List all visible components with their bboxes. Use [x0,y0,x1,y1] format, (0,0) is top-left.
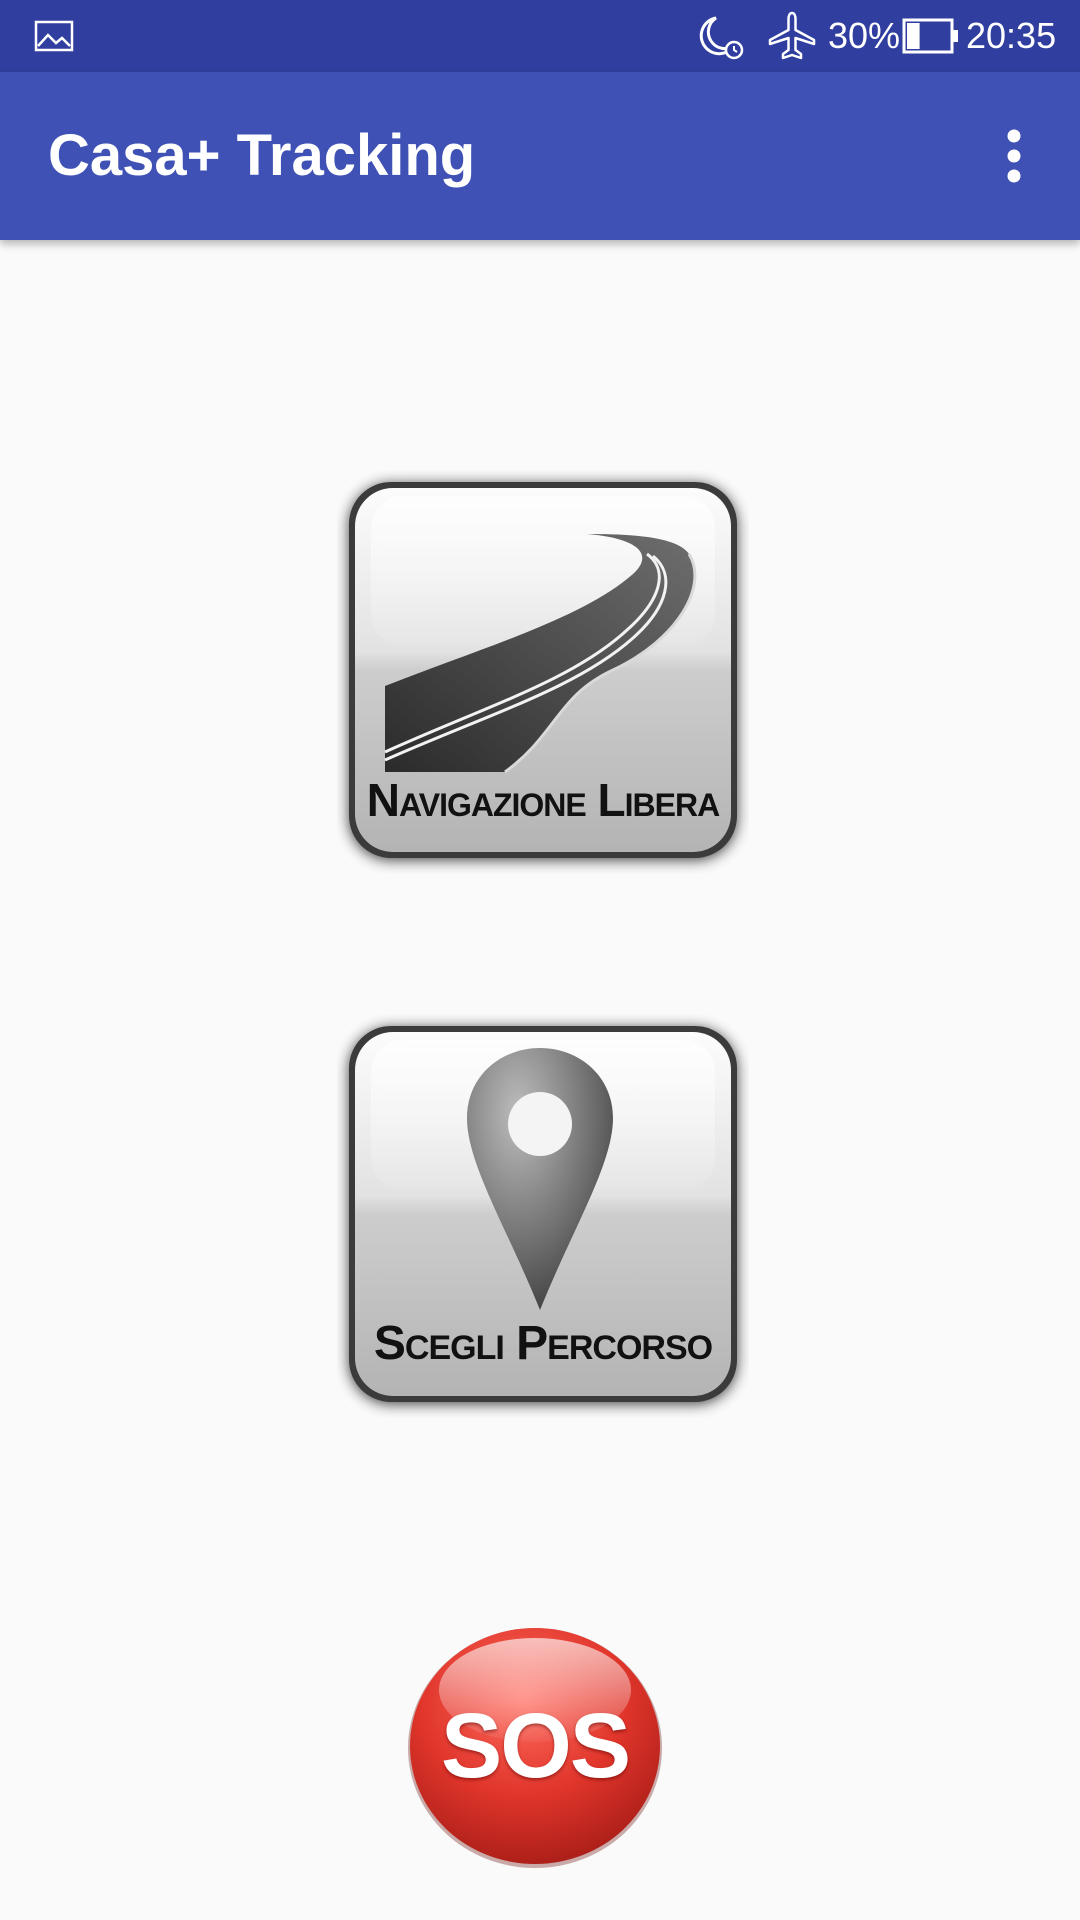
status-clock: 20:35 [966,15,1057,56]
gallery-icon [34,20,74,52]
app-title: Casa+ Tracking [48,123,476,188]
navigazione-libera-label: Navigazione Libera [366,774,720,826]
battery-icon [902,18,958,54]
do-not-disturb-alarm-icon [699,16,744,60]
battery-percent: 30% [828,15,901,56]
navigazione-libera-button[interactable]: Navigazione Libera [337,470,749,874]
airplane-mode-icon [768,11,816,60]
sos-button[interactable]: SOS [403,1620,667,1874]
scegli-percorso-button[interactable]: Scegli Percorso [337,1014,749,1418]
more-vert-icon [1007,129,1021,183]
overflow-menu-button[interactable] [984,116,1044,196]
app-bar: Casa+ Tracking [0,72,1080,240]
sos-label: SOS [440,1695,631,1797]
status-bar: 30% 20:35 [0,0,1080,72]
scegli-percorso-label: Scegli Percorso [373,1317,713,1370]
